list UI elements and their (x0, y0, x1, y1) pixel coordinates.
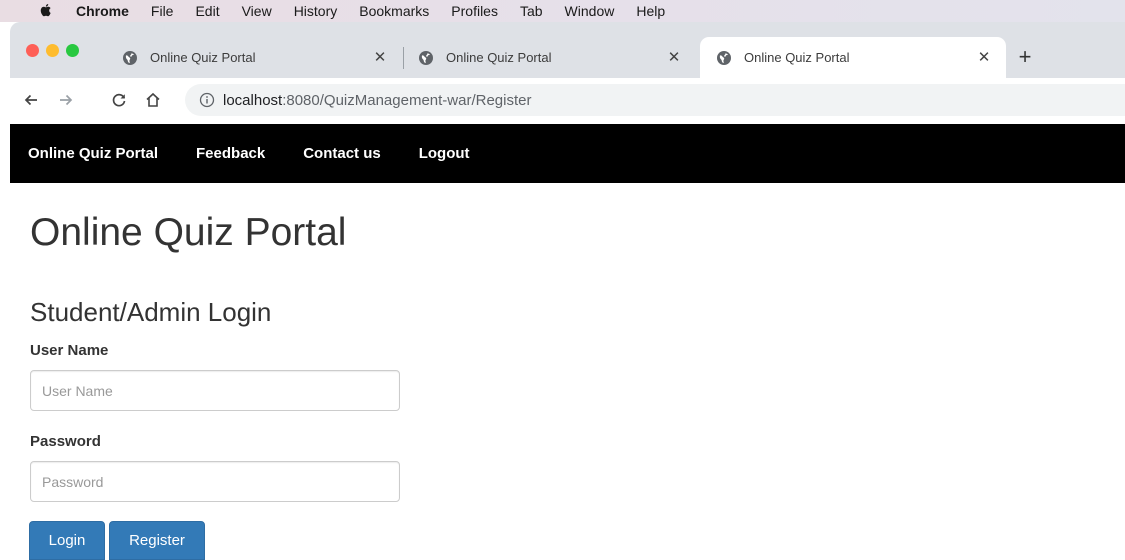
login-section-title: Student/Admin Login (30, 297, 272, 327)
close-icon[interactable]: ✕ (666, 48, 682, 66)
browser-tab-2[interactable]: Online Quiz Portal ✕ (406, 37, 696, 78)
menu-tab[interactable]: Tab (520, 3, 543, 19)
address-bar[interactable]: localhost:8080/QuizManagement-war/Regist… (185, 84, 1125, 116)
window-close-button[interactable] (26, 44, 39, 57)
reload-button[interactable] (108, 89, 130, 111)
reload-icon (112, 93, 126, 107)
username-label: User Name (30, 342, 109, 359)
globe-icon (419, 50, 433, 65)
login-button[interactable]: Login (29, 521, 105, 560)
menu-window[interactable]: Window (565, 3, 615, 19)
menu-help[interactable]: Help (636, 3, 665, 19)
url-host: localhost (223, 91, 283, 109)
nav-link-feedback[interactable]: Feedback (196, 145, 265, 162)
menu-file[interactable]: File (151, 3, 174, 19)
menu-profiles[interactable]: Profiles (451, 3, 498, 19)
username-input[interactable] (30, 370, 400, 411)
home-button[interactable] (142, 89, 164, 111)
tab-separator (403, 47, 404, 69)
info-icon[interactable] (199, 92, 215, 108)
password-label: Password (30, 433, 101, 450)
globe-icon (717, 50, 731, 65)
browser-toolbar: localhost:8080/QuizManagement-war/Regist… (10, 78, 1125, 124)
new-tab-button[interactable]: + (1013, 44, 1037, 70)
navbar-brand-link[interactable]: Online Quiz Portal (28, 145, 158, 162)
menu-edit[interactable]: Edit (195, 3, 219, 19)
tab-title: Online Quiz Portal (150, 50, 256, 65)
close-icon[interactable]: ✕ (372, 48, 388, 66)
back-button[interactable] (20, 89, 42, 111)
close-icon[interactable]: ✕ (976, 48, 992, 66)
macos-menu-bar: Chrome File Edit View History Bookmarks … (0, 0, 1125, 22)
forward-arrow-icon (60, 94, 73, 106)
password-input[interactable] (30, 461, 400, 502)
home-icon (146, 92, 160, 107)
tab-strip: Online Quiz Portal ✕ Online Quiz Portal … (10, 22, 1125, 78)
apple-icon[interactable] (38, 2, 54, 18)
tab-title: Online Quiz Portal (744, 50, 850, 65)
forward-button[interactable] (55, 89, 77, 111)
window-zoom-button[interactable] (66, 44, 79, 57)
nav-link-logout[interactable]: Logout (419, 145, 470, 162)
page-title: Online Quiz Portal (30, 211, 347, 254)
site-navbar: Online Quiz Portal Feedback Contact us L… (10, 124, 1125, 183)
menu-bookmarks[interactable]: Bookmarks (359, 3, 429, 19)
menu-chrome[interactable]: Chrome (76, 3, 129, 19)
tab-title: Online Quiz Portal (446, 50, 552, 65)
nav-link-contact-us[interactable]: Contact us (303, 145, 381, 162)
url-path: :8080/QuizManagement-war/Register (282, 91, 532, 109)
back-arrow-icon (24, 94, 37, 106)
globe-icon (123, 50, 137, 65)
browser-tab-3-active[interactable]: Online Quiz Portal ✕ (700, 37, 1006, 78)
browser-tab-1[interactable]: Online Quiz Portal ✕ (110, 37, 402, 78)
menu-history[interactable]: History (294, 3, 338, 19)
window-minimize-button[interactable] (46, 44, 59, 57)
menu-view[interactable]: View (242, 3, 272, 19)
register-button[interactable]: Register (109, 521, 205, 560)
